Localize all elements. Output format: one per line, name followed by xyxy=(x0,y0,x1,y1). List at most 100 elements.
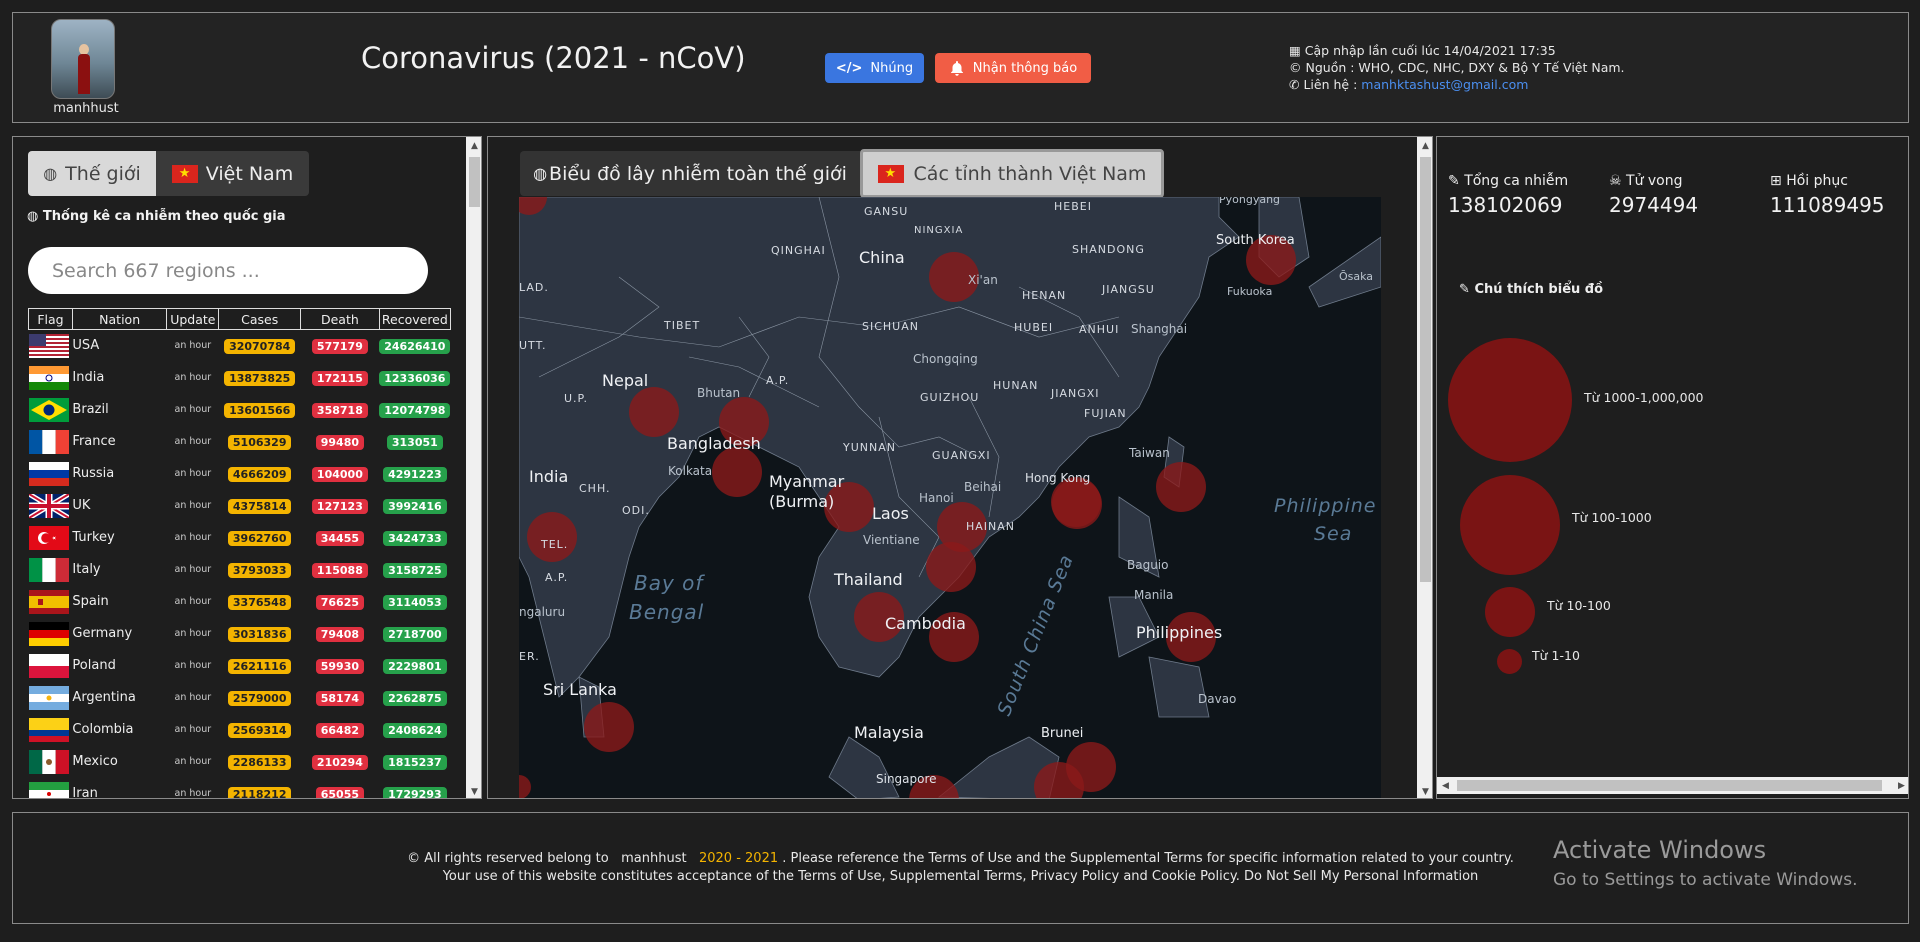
calendar-icon: ▦ xyxy=(1289,43,1301,58)
map-label: GUANGXI xyxy=(932,449,991,462)
recovered-cell: 3158725 xyxy=(379,554,450,586)
recovered-badge: 313051 xyxy=(386,434,443,450)
table-row[interactable]: Colombia an hour 2569314 66482 2408624 xyxy=(28,714,451,746)
death-badge: 210294 xyxy=(311,754,368,770)
nation-cell: Mexico xyxy=(72,754,118,769)
nation-cell: Iran xyxy=(72,786,98,799)
death-cell: 65055 xyxy=(301,778,380,798)
germany-flag-icon xyxy=(28,618,73,650)
notify-button[interactable]: Nhận thông báo xyxy=(935,53,1091,83)
table-row[interactable]: Italy an hour 3793033 115088 3158725 xyxy=(28,554,451,586)
scrollbar-thumb[interactable] xyxy=(469,157,480,207)
bell-icon xyxy=(950,61,963,76)
recovered-cell: 313051 xyxy=(379,426,450,458)
country-list-scrollbar[interactable]: ▲ ▼ xyxy=(466,137,481,798)
column-header-cases[interactable]: Cases xyxy=(218,308,302,330)
map-label: Fukuoka xyxy=(1227,285,1272,298)
scrollbar-thumb[interactable] xyxy=(1420,157,1431,582)
source-text: Nguồn : WHO, CDC, NHC, DXY & Bộ Y Tế Việ… xyxy=(1305,60,1625,75)
tab-world-map[interactable]: ◍ Biểu đồ lây nhiễm toàn thế giới xyxy=(520,151,860,196)
recovered-cell: 1729293 xyxy=(379,778,450,798)
map-canvas[interactable]: GANSU HEBEI Pyongyang NINGXIA QINGHAI Ch… xyxy=(519,197,1381,799)
case-bubble xyxy=(629,387,679,437)
avatar[interactable] xyxy=(51,19,115,99)
table-row[interactable]: UK an hour 4375814 127123 3992416 xyxy=(28,490,451,522)
cases-badge: 3793033 xyxy=(227,562,292,578)
death-cell: 76625 xyxy=(301,586,380,618)
table-row[interactable]: Russia an hour 4666209 104000 4291223 xyxy=(28,458,451,490)
table-row[interactable]: India an hour 13873825 172115 12336036 xyxy=(28,362,451,394)
table-row[interactable]: Brazil an hour 13601566 358718 12074798 xyxy=(28,394,451,426)
recovered-cell: 3992416 xyxy=(379,490,450,522)
cases-badge: 2569314 xyxy=(227,722,292,738)
map-label: HENAN xyxy=(1022,289,1066,302)
code-icon: </> xyxy=(835,60,863,76)
recovered-badge: 12074798 xyxy=(379,402,451,418)
map-label: Shanghai xyxy=(1131,322,1187,336)
nation-cell: India xyxy=(72,370,105,385)
map-label: Laos xyxy=(872,504,909,523)
cases-badge: 3962760 xyxy=(227,530,292,546)
column-header-nation[interactable]: Nation xyxy=(71,308,168,330)
page-title: Coronavirus (2021 - nCoV) xyxy=(361,41,746,75)
activate-windows-watermark: Activate Windows Go to Settings to activ… xyxy=(1553,836,1858,890)
contact-email-link[interactable]: manhktashust@gmail.com xyxy=(1361,77,1528,92)
stats-panel: ✎ Tổng ca nhiễm 138102069 ☠ Tử vong 2974… xyxy=(1436,136,1909,799)
tab-world[interactable]: ◍ Thế giới xyxy=(28,151,156,196)
death-cell: 79408 xyxy=(301,618,380,650)
stats-panel-hscrollbar[interactable]: ◀ ▶ xyxy=(1437,777,1908,794)
map-svg[interactable]: GANSU HEBEI Pyongyang NINGXIA QINGHAI Ch… xyxy=(519,197,1381,799)
update-cell: an hour xyxy=(174,628,212,639)
scroll-right-arrow-icon[interactable]: ▶ xyxy=(1893,777,1908,794)
scroll-down-arrow-icon[interactable]: ▼ xyxy=(1417,783,1432,798)
recovered-badge: 3992416 xyxy=(383,498,447,514)
legend-title-text: Chú thích biểu đồ xyxy=(1474,282,1604,297)
map-label: Ōsaka xyxy=(1339,270,1373,283)
scroll-down-arrow-icon[interactable]: ▼ xyxy=(466,783,481,798)
recovered-badge: 2408624 xyxy=(383,722,447,738)
scroll-up-arrow-icon[interactable]: ▲ xyxy=(466,137,481,154)
scroll-left-arrow-icon[interactable]: ◀ xyxy=(1437,777,1454,794)
legend-label: Từ 10-100 xyxy=(1547,598,1611,613)
table-row[interactable]: Mexico an hour 2286133 210294 1815237 xyxy=(28,746,451,778)
update-cell: an hour xyxy=(174,372,212,383)
map-panel-scrollbar[interactable]: ▲ ▼ xyxy=(1417,137,1432,798)
table-row[interactable]: Iran an hour 2118212 65055 1729293 xyxy=(28,778,451,799)
tab-vietnam[interactable]: Việt Nam xyxy=(156,151,309,196)
embed-button[interactable]: </> Nhúng xyxy=(825,53,924,83)
footer-author: manhhust xyxy=(621,851,687,866)
cases-cell: 2579000 xyxy=(219,682,301,714)
cases-badge: 13601566 xyxy=(224,402,296,418)
recovered-badge: 3424733 xyxy=(383,530,447,546)
tab-vietnam-provinces[interactable]: Các tỉnh thành Việt Nam xyxy=(860,149,1164,198)
scroll-up-arrow-icon[interactable]: ▲ xyxy=(1417,137,1432,154)
legend-label: Từ 1000-1,000,000 xyxy=(1584,390,1704,405)
total-cases-label-text: Tổng ca nhiễm xyxy=(1464,173,1569,189)
death-badge: 58174 xyxy=(315,690,365,706)
recovered-badge: 2229801 xyxy=(383,658,447,674)
table-row[interactable]: Turkey an hour 3962760 34455 3424733 xyxy=(28,522,451,554)
column-header-death[interactable]: Death xyxy=(300,308,380,330)
recovered-badge: 1729293 xyxy=(383,786,447,798)
legend-bubble-large xyxy=(1448,338,1572,462)
map-label: HUBEI xyxy=(1014,321,1053,334)
table-row[interactable]: France an hour 5106329 99480 313051 xyxy=(28,426,451,458)
table-row[interactable]: Argentina an hour 2579000 58174 2262875 xyxy=(28,682,451,714)
legend-bubble-medium xyxy=(1460,475,1560,575)
map-label: Thailand xyxy=(833,570,903,589)
table-row[interactable]: Poland an hour 2621116 59930 2229801 xyxy=(28,650,451,682)
scrollbar-thumb[interactable] xyxy=(1457,780,1882,791)
table-row[interactable]: Spain an hour 3376548 76625 3114053 xyxy=(28,586,451,618)
table-row[interactable]: USA an hour 32070784 577179 24626410 xyxy=(28,330,451,362)
column-header-flag[interactable]: Flag xyxy=(28,308,73,330)
map-label: Manila xyxy=(1134,588,1173,602)
death-badge: 76625 xyxy=(315,594,365,610)
map-label: JIANGSU xyxy=(1101,283,1155,296)
recovered-cell: 24626410 xyxy=(379,330,451,362)
update-cell: an hour xyxy=(174,692,212,703)
table-row[interactable]: Germany an hour 3031836 79408 2718700 xyxy=(28,618,451,650)
column-header-recovered[interactable]: Recovered xyxy=(378,308,452,330)
map-label: UTT. xyxy=(519,339,547,352)
column-header-update[interactable]: Update xyxy=(166,308,220,330)
search-input[interactable] xyxy=(28,247,428,294)
